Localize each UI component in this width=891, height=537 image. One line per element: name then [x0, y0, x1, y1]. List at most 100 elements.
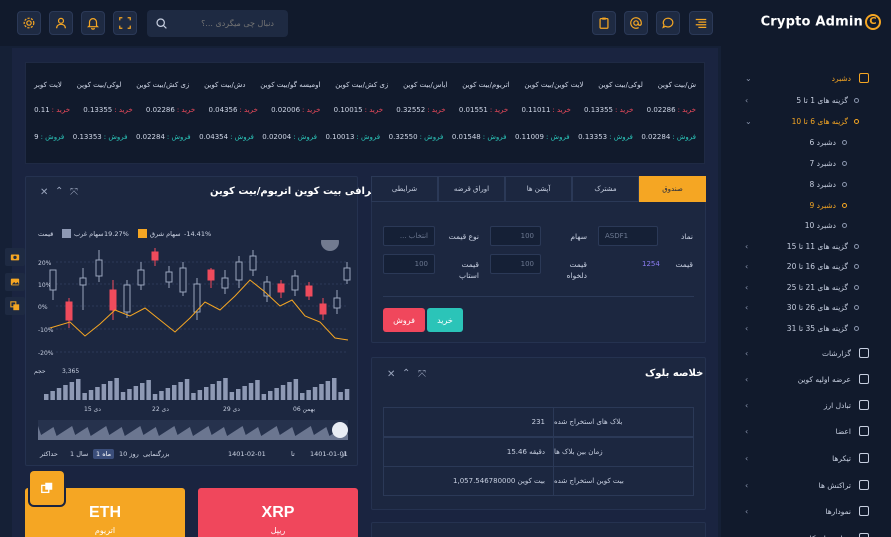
block-expand-icon[interactable]: ⤧ [418, 369, 426, 380]
user-icon[interactable] [49, 11, 73, 35]
range-to-value[interactable]: 1401-02-01 [228, 450, 266, 458]
chevron-icon: ⌄ [745, 117, 752, 126]
sidebar-item[interactable]: دشبرد 10 [721, 215, 891, 235]
shares-input[interactable]: 100 [490, 226, 541, 246]
sidebar-item[interactable]: برنامه های کاربردی› [721, 528, 891, 537]
zoom-1-year[interactable]: 1 سال [70, 450, 88, 458]
ticker-buy: خرید :0.13355 [83, 106, 132, 114]
sidebar-item[interactable]: گزینه های 21 تا 25 › [721, 277, 891, 297]
sidebar-item[interactable]: دشبرد 7 [721, 153, 891, 173]
sidebar-item-label: اعضا [835, 426, 851, 436]
zoom-10-days[interactable]: 10 روز [119, 450, 139, 458]
candlestick-chart[interactable]: 20%10%0%-10%-20%حجم 3,365دی 15 دی 22 دی 29 ب… [30, 240, 354, 440]
limit-price-input[interactable]: 100 [490, 254, 541, 274]
volume-bar [274, 388, 279, 400]
tab-options[interactable]: آپشن ها [505, 176, 572, 202]
tool-layers-icon[interactable] [5, 297, 25, 315]
clipboard-icon[interactable] [592, 11, 616, 35]
sidebar-item[interactable]: تراکنش ها › [721, 475, 891, 495]
floating-action-button[interactable] [30, 471, 64, 505]
sidebar-item[interactable]: نمودارها › [721, 501, 891, 521]
price-type-select[interactable]: انتخاب ... [383, 226, 435, 246]
sidebar-item[interactable]: دشبرد 9 [721, 195, 891, 215]
block-collapse-icon[interactable]: ⌃ [402, 368, 410, 379]
y-tick-label: 0% [38, 304, 48, 311]
tool-camera-icon[interactable] [5, 248, 25, 266]
ticker-pair[interactable]: لایت کوین/بیت کوین [524, 81, 583, 89]
tab-bonds[interactable]: اوراق قرضه [438, 176, 505, 202]
sidebar-item[interactable]: گزینه های 6 تا 10 ⌄ [721, 111, 891, 131]
sidebar-item[interactable]: دشبرد ⌄ [721, 68, 891, 88]
menu-toggle-icon[interactable] [689, 11, 713, 35]
legend-price-label: قیمت [38, 230, 54, 238]
volume-bar [268, 391, 273, 400]
sidebar-item[interactable]: گزینه های 26 تا 30 › [721, 297, 891, 317]
chart-bars-icon [859, 348, 869, 358]
volume-bar [216, 381, 222, 400]
collapse-icon[interactable]: ⌃ [55, 186, 63, 197]
ticker-sell: فروش :9 [34, 133, 64, 141]
sidebar-item[interactable]: گزینه های 16 تا 20 › [721, 256, 891, 276]
ticker-pair[interactable]: ایاس/بیت کوین [403, 81, 447, 89]
ticker-pair[interactable]: زی کش/بیت کوین [335, 81, 388, 89]
candle [137, 269, 145, 286]
legend-east-swatch [138, 229, 147, 238]
ticker-pair[interactable]: زی کش/بیت کوین [136, 81, 189, 89]
range-from-value[interactable]: 1401-01-01 [310, 450, 348, 458]
ticker-pair[interactable]: لوکی/بیت کوین [77, 81, 122, 89]
close-icon[interactable]: ✕ [40, 187, 48, 198]
sidebar-item[interactable]: اعضا › [721, 421, 891, 441]
candle [291, 275, 299, 291]
zoom-max[interactable]: حداکثر [40, 450, 58, 458]
ticker-buy: خرید :0.10015 [334, 106, 383, 114]
search-icon [156, 18, 167, 29]
fullscreen-icon[interactable] [113, 11, 137, 35]
zoom-1-month[interactable]: 1 ماه [93, 449, 115, 459]
sidebar-item[interactable]: دشبرد 8 [721, 174, 891, 194]
tab-conditional[interactable]: شرایطی [371, 176, 438, 202]
search-input[interactable] [174, 19, 274, 28]
sidebar-item[interactable]: دشبرد 6 [721, 132, 891, 152]
at-sign-icon[interactable] [624, 11, 648, 35]
chart-menu-icon [321, 240, 339, 251]
symbol-input[interactable]: ASDF1 [598, 226, 658, 246]
ticker-pair[interactable]: لوکی/بیت کوین [598, 81, 643, 89]
sidebar-item[interactable]: گزارشات › [721, 343, 891, 363]
search-box[interactable] [147, 10, 288, 37]
candle [151, 251, 159, 261]
sidebar-item[interactable]: گزینه های 1 تا 5 › [721, 90, 891, 110]
sidebar-item-label: برنامه های کاربردی [791, 534, 851, 537]
sidebar-item[interactable]: تیکرها › [721, 448, 891, 468]
sidebar-item[interactable]: عرضه اولیه کوین › [721, 369, 891, 389]
block-close-icon[interactable]: ✕ [387, 369, 395, 380]
sidebar-item[interactable]: گزینه های 35 تا 31 › [721, 318, 891, 338]
ticker-pair[interactable]: اومیسه گو/بیت کوین [260, 81, 320, 89]
sidebar-item[interactable]: گزینه های 11 تا 15 › [721, 236, 891, 256]
limit-price-label: قیمت دلخواه [566, 260, 587, 280]
ticker-sell: فروش :0.10013 [325, 133, 380, 141]
ticker-sell: فروش :0.02284 [641, 133, 696, 141]
sidebar-item[interactable]: تبادل ارز › [721, 395, 891, 415]
buy-button[interactable]: خرید [427, 308, 463, 332]
brand-logo[interactable]: Crypto Admin C [761, 14, 881, 30]
ticker-pair[interactable]: ش/بیت کوین [658, 81, 696, 89]
expand-icon[interactable]: ⤧ [70, 187, 78, 198]
ticker-pair[interactable]: دش/بیت کوین [204, 81, 245, 89]
buy-value: 0.11 [34, 106, 50, 114]
settings-icon[interactable] [17, 11, 41, 35]
volume-bar [325, 381, 331, 400]
stop-price-input[interactable]: 100 [383, 254, 435, 274]
chevron-icon: › [745, 375, 749, 384]
ticker-pair[interactable]: لایت کوبر [34, 81, 62, 89]
chat-icon[interactable] [656, 11, 680, 35]
tool-image-icon[interactable] [5, 273, 25, 291]
sidebar-item-label: گزینه های 1 تا 5 [796, 95, 848, 105]
tab-common[interactable]: مشترک [572, 176, 639, 202]
coin-card-xrp[interactable]: XRP ریپل [198, 488, 358, 537]
ticker-pair[interactable]: اتریوم/بیت کوین [462, 81, 509, 89]
sell-button[interactable]: فروش [383, 308, 425, 332]
bell-icon[interactable] [81, 11, 105, 35]
tab-fund[interactable]: صندوق [639, 176, 706, 202]
buy-value: 0.10015 [333, 106, 363, 114]
volume-bar [88, 390, 94, 400]
